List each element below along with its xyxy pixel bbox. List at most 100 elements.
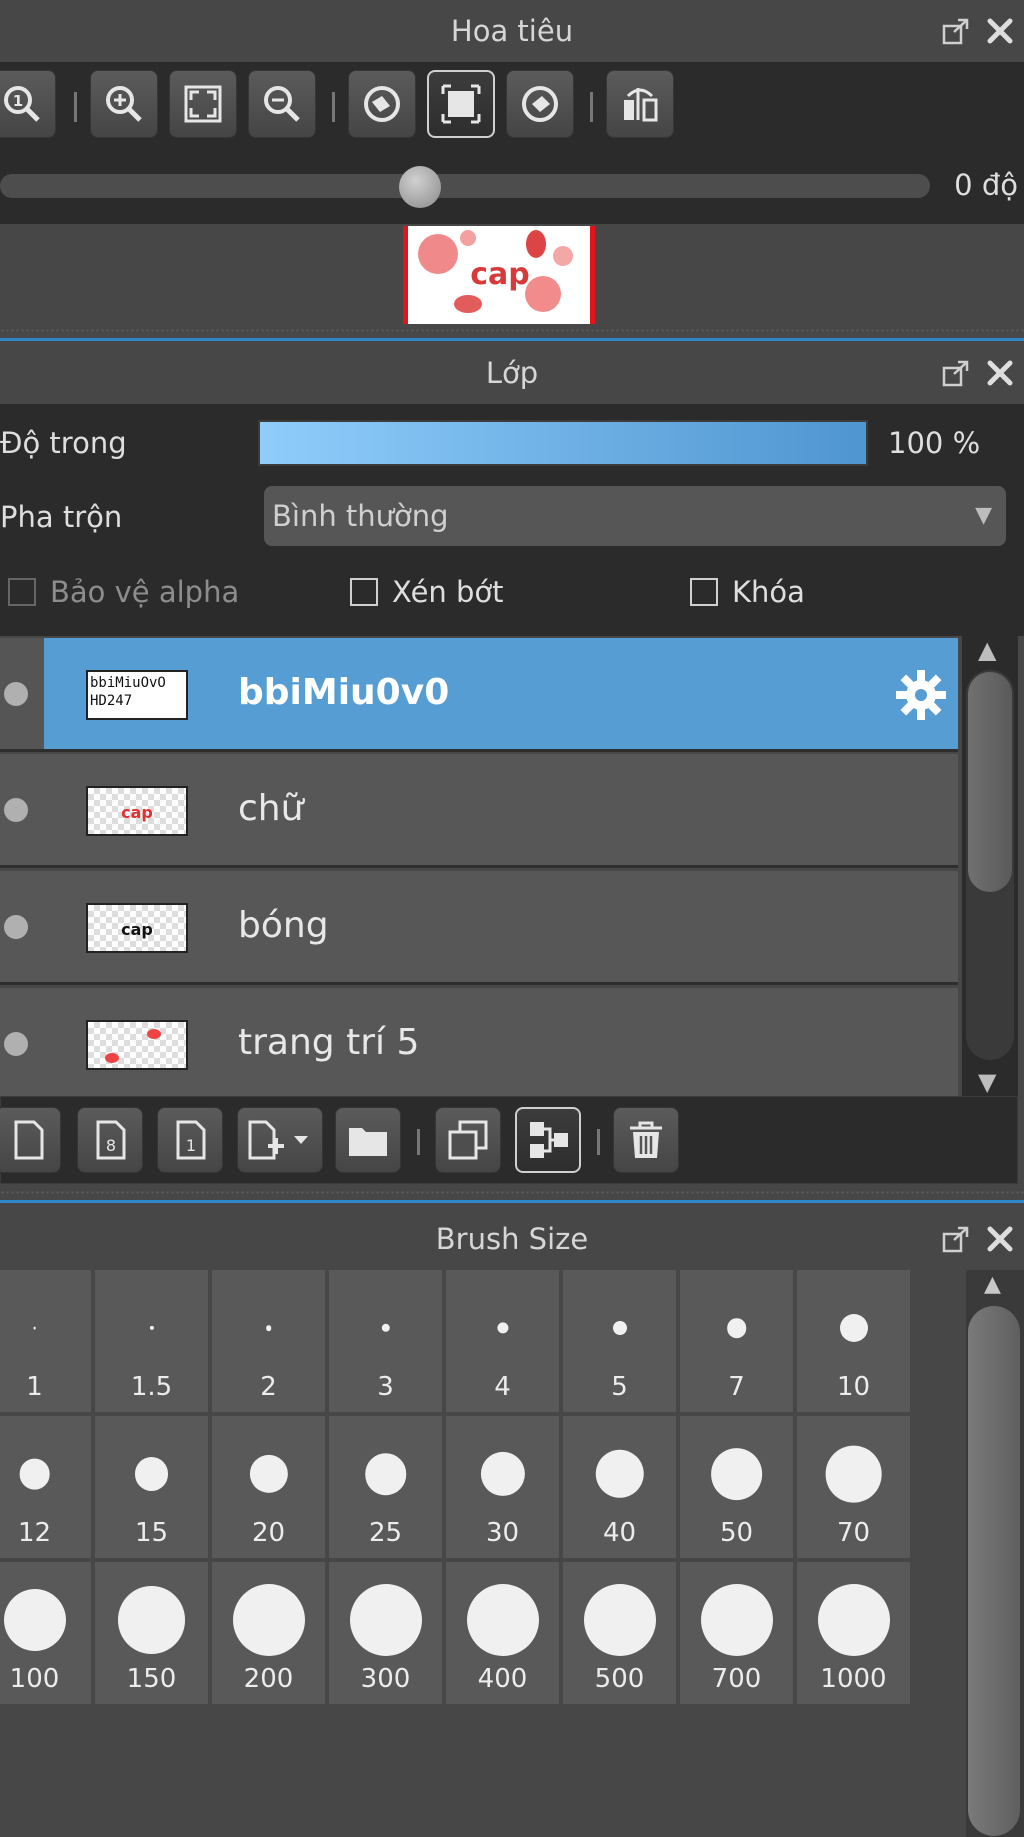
- brush-size-cell[interactable]: 700: [680, 1562, 793, 1704]
- brush-preview-dot: [466, 1584, 539, 1656]
- visibility-toggle-icon[interactable]: [4, 1032, 28, 1056]
- chevron-down-icon: ▼: [975, 503, 992, 528]
- canvas-preview-thumbnail[interactable]: cap: [403, 226, 595, 324]
- close-panel-icon[interactable]: [986, 17, 1014, 45]
- visibility-toggle-icon[interactable]: [4, 682, 28, 706]
- protect-alpha-checkbox[interactable]: Bảo vệ alpha: [8, 575, 239, 609]
- clip-checkbox[interactable]: Xén bớt: [350, 575, 504, 609]
- scroll-up-icon[interactable]: ▲: [978, 636, 996, 664]
- brush-size-cell[interactable]: 3: [329, 1270, 442, 1412]
- rotation-slider-track[interactable]: [0, 174, 930, 198]
- new-8bit-layer-icon[interactable]: 8: [77, 1107, 143, 1173]
- brush-size-cell[interactable]: 20: [212, 1416, 325, 1558]
- brush-preview-dot: [349, 1584, 422, 1656]
- brush-preview-dot: [480, 1451, 525, 1497]
- rotation-slider-thumb[interactable]: [399, 166, 441, 208]
- brush-size-cell[interactable]: 50: [680, 1416, 793, 1558]
- brush-size-cell[interactable]: 30: [446, 1416, 559, 1558]
- zoom-in-icon[interactable]: [90, 70, 158, 138]
- flip-horizontal-icon[interactable]: [606, 70, 674, 138]
- brush-preview-dot: [583, 1584, 656, 1656]
- layer-thumbnail: cap: [86, 903, 188, 953]
- svg-text:1: 1: [13, 92, 23, 110]
- scrollbar-thumb[interactable]: [968, 1306, 1020, 1836]
- brush-size-cell[interactable]: 25: [329, 1416, 442, 1558]
- brush-size-label: 700: [711, 1664, 762, 1694]
- brush-size-cell[interactable]: 12: [0, 1416, 91, 1558]
- brush-size-cell[interactable]: 5: [563, 1270, 676, 1412]
- rotate-left-icon[interactable]: [348, 70, 416, 138]
- brush-size-cell[interactable]: 10: [797, 1270, 910, 1412]
- brush-preview-dot: [825, 1445, 882, 1503]
- visibility-toggle-icon[interactable]: [4, 915, 28, 939]
- fit-screen-icon[interactable]: [169, 70, 237, 138]
- brush-preview-dot: [249, 1454, 288, 1494]
- brush-preview-dot: [817, 1584, 890, 1656]
- float-panel-icon[interactable]: [942, 18, 969, 45]
- gear-icon[interactable]: [894, 668, 948, 726]
- new-layer-icon[interactable]: [0, 1107, 61, 1173]
- float-panel-icon[interactable]: [942, 1226, 969, 1253]
- brush-preview-dot: [265, 1325, 272, 1331]
- brush-preview-dot: [117, 1586, 186, 1654]
- brush-size-cell[interactable]: 15: [95, 1416, 208, 1558]
- add-layer-dropdown-icon[interactable]: [237, 1107, 323, 1173]
- brush-size-label: 1.5: [130, 1372, 173, 1402]
- brush-size-cell[interactable]: 300: [329, 1562, 442, 1704]
- lock-label: Khóa: [732, 575, 805, 609]
- lock-checkbox[interactable]: Khóa: [690, 575, 805, 609]
- brush-size-cell[interactable]: 100: [0, 1562, 91, 1704]
- folder-icon[interactable]: [335, 1107, 401, 1173]
- close-panel-icon[interactable]: [986, 359, 1014, 387]
- brush-size-label: 300: [360, 1664, 411, 1694]
- svg-text:1: 1: [186, 1136, 196, 1155]
- layer-row[interactable]: trang trí 5: [0, 988, 958, 1096]
- layer-row[interactable]: cap chữ: [0, 754, 958, 868]
- brush-size-cell[interactable]: 200: [212, 1562, 325, 1704]
- brush-preview-dot: [19, 1458, 50, 1490]
- brush-size-cell[interactable]: 7: [680, 1270, 793, 1412]
- brush-size-cell[interactable]: 40: [563, 1416, 676, 1558]
- scroll-up-icon[interactable]: ▲: [984, 1272, 1001, 1297]
- rotation-value: 0 độ: [954, 168, 1018, 202]
- brush-size-label: 20: [251, 1518, 286, 1548]
- brush-size-scrollbar[interactable]: ▲: [966, 1270, 1024, 1837]
- brush-size-cell[interactable]: 150: [95, 1562, 208, 1704]
- blend-mode-select[interactable]: Bình thường ▼: [264, 486, 1006, 546]
- protect-alpha-box[interactable]: [8, 578, 36, 606]
- navigator-title: Hoa tiêu: [450, 14, 574, 48]
- visibility-toggle-icon[interactable]: [4, 798, 28, 822]
- brush-size-cell[interactable]: 1.5: [95, 1270, 208, 1412]
- svg-text:cap: cap: [470, 257, 530, 292]
- new-1bit-layer-icon[interactable]: 1: [157, 1107, 223, 1173]
- brush-size-cell[interactable]: 400: [446, 1562, 559, 1704]
- scroll-down-icon[interactable]: ▼: [978, 1068, 996, 1096]
- merge-icon[interactable]: [515, 1107, 581, 1173]
- brush-size-cell[interactable]: 500: [563, 1562, 676, 1704]
- fit-window-icon[interactable]: [427, 70, 495, 138]
- float-panel-icon[interactable]: [942, 360, 969, 387]
- layer-row[interactable]: cap bóng: [0, 871, 958, 985]
- brush-preview-dot: [364, 1453, 407, 1495]
- layer-row[interactable]: bbiMiuOvO HD247 bbiMiu0v0: [0, 638, 958, 752]
- brush-size-cell[interactable]: 2: [212, 1270, 325, 1412]
- brush-preview-dot: [134, 1457, 169, 1491]
- brush-size-cell[interactable]: 4: [446, 1270, 559, 1412]
- scrollbar-thumb[interactable]: [968, 672, 1012, 892]
- lock-box[interactable]: [690, 578, 718, 606]
- brush-preview-dot: [149, 1325, 154, 1331]
- brush-size-label: 50: [719, 1518, 754, 1548]
- clip-box[interactable]: [350, 578, 378, 606]
- opacity-slider[interactable]: [258, 420, 868, 466]
- duplicate-icon[interactable]: [435, 1107, 501, 1173]
- zoom-out-icon[interactable]: [248, 70, 316, 138]
- brush-preview-dot: [595, 1449, 644, 1499]
- layer-list-scrollbar[interactable]: ▲ ▼: [962, 636, 1018, 1096]
- trash-icon[interactable]: [613, 1107, 679, 1173]
- zoom-actual-icon[interactable]: 1: [0, 70, 56, 138]
- rotate-right-icon[interactable]: [506, 70, 574, 138]
- brush-size-cell[interactable]: 1: [0, 1270, 91, 1412]
- brush-size-cell[interactable]: 70: [797, 1416, 910, 1558]
- close-panel-icon[interactable]: [986, 1225, 1014, 1253]
- brush-size-cell[interactable]: 1000: [797, 1562, 910, 1704]
